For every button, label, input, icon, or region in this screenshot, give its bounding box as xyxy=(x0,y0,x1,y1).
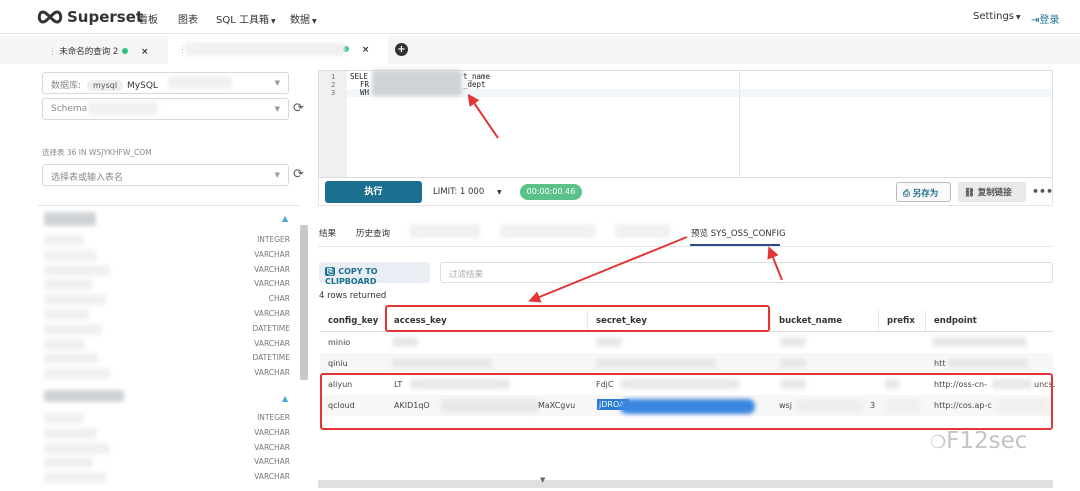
watermark-text: F12sec xyxy=(946,428,1028,454)
watermark: ❍F12sec xyxy=(930,428,1027,454)
scroll-handle-icon[interactable]: ▼ xyxy=(540,476,545,484)
annotation-arrows xyxy=(467,93,783,303)
wechat-icon: ❍ xyxy=(930,432,947,453)
results-horizontal-scrollbar[interactable] xyxy=(318,480,1053,488)
